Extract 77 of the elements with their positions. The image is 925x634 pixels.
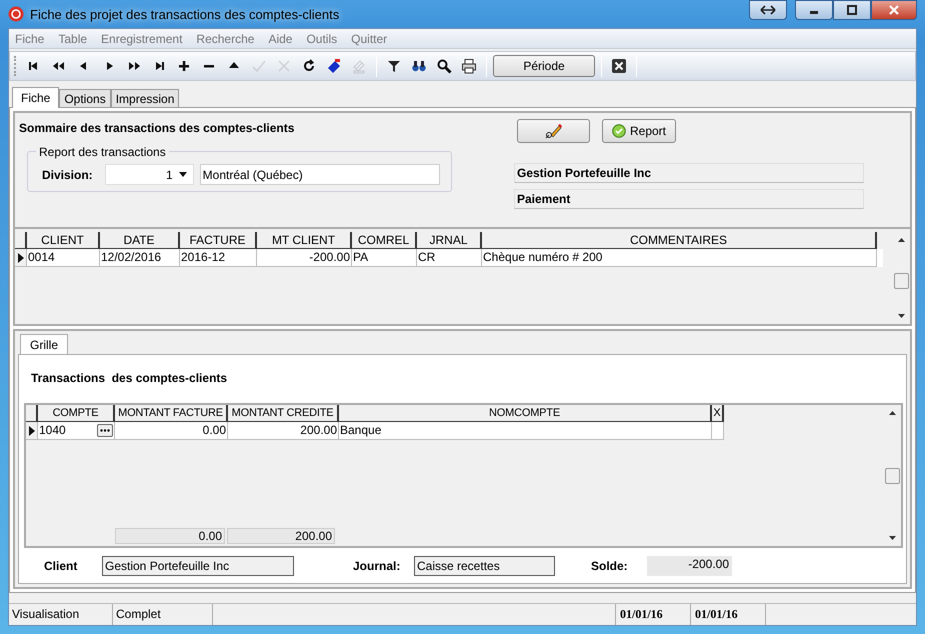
close-icon <box>888 5 900 15</box>
maximize-button[interactable] <box>833 0 871 20</box>
scroll-thumb[interactable] <box>894 273 909 289</box>
client-field: Gestion Portefeuille Inc <box>102 556 294 576</box>
table-cell: PA <box>352 249 417 267</box>
scroll-thumb[interactable] <box>885 468 900 484</box>
more-button[interactable] <box>97 424 113 437</box>
division-name-field[interactable]: Montréal (Québec) <box>200 164 440 185</box>
table-cell: Chèque numéro # 200 <box>482 249 877 267</box>
field-label: Division: <box>42 168 93 182</box>
scroll-down-icon[interactable] <box>898 314 905 318</box>
tab[interactable]: Options <box>59 89 111 107</box>
field-label: Solde: <box>591 558 629 572</box>
column-header[interactable]: COMREL <box>352 232 417 249</box>
app-icon <box>8 6 24 22</box>
menu-item[interactable]: Table <box>58 32 88 46</box>
column-header[interactable]: MT CLIENT <box>257 232 352 249</box>
table-cell: 12/02/2016 <box>100 249 180 267</box>
table-cell: 1040 <box>39 422 66 439</box>
menu-item[interactable]: Aide <box>268 32 292 46</box>
column-header[interactable]: COMPTE <box>38 405 115 422</box>
minimize-button[interactable] <box>795 0 833 20</box>
tab[interactable]: Grille <box>20 334 68 354</box>
menu-item[interactable]: Enregistrement <box>101 32 182 46</box>
table-cell: 2016-12 <box>180 249 257 267</box>
status-date: 01/01/16 <box>616 604 691 625</box>
column-header[interactable]: CLIENT <box>27 232 100 249</box>
column-header[interactable]: MONTANT FACTURE <box>115 405 228 422</box>
status-text: Visualisation <box>9 604 113 625</box>
section-title: Sommaire des transactions des comptes-clients <box>19 121 296 135</box>
close-button[interactable] <box>871 0 917 20</box>
table-cell: 0014 <box>27 249 100 267</box>
column-header[interactable]: FACTURE <box>180 232 257 249</box>
table-cell: CR <box>417 249 482 267</box>
check-icon <box>612 124 626 138</box>
ellipsis-icon <box>100 429 110 432</box>
maximize-icon <box>847 5 857 15</box>
column-header[interactable]: NOMCOMPTE <box>339 405 712 422</box>
journal-field: Caisse recettes <box>414 556 555 576</box>
table-cell: Banque <box>339 422 712 440</box>
company-field: Gestion Portefeuille Inc <box>514 163 864 183</box>
column-header[interactable]: COMMENTAIRES <box>482 232 877 249</box>
group-title: Report des transactions <box>36 145 169 159</box>
column-header[interactable]: X <box>712 405 724 422</box>
type-field: Paiement <box>514 189 864 209</box>
balance-field: -200.00 <box>647 556 732 576</box>
column-header[interactable]: JRNAL <box>417 232 482 249</box>
field-label: Journal: <box>353 558 402 572</box>
section-title: Transactions des comptes-clients <box>30 370 228 387</box>
scroll-up-icon[interactable] <box>889 411 896 415</box>
scroll-down-icon[interactable] <box>889 536 896 540</box>
double-arrow-icon <box>760 5 776 15</box>
total-field: 0.00 <box>115 528 225 544</box>
total-field: 200.00 <box>227 528 335 544</box>
column-header[interactable]: DATE <box>100 232 180 249</box>
resize-button[interactable] <box>749 0 787 20</box>
dropdown-caret-icon <box>178 172 187 177</box>
menu-item[interactable]: Outils <box>306 32 338 46</box>
status-date: 01/01/16 <box>691 604 766 625</box>
menu-item[interactable]: Quitter <box>351 32 388 46</box>
edit-button[interactable] <box>517 119 590 143</box>
field-label: Client <box>44 558 78 572</box>
table-cell: -200.00 <box>257 249 352 267</box>
column-header[interactable]: MONTANT CREDITE <box>228 405 339 422</box>
report-button[interactable]: Report <box>602 119 676 143</box>
period-button[interactable]: Période <box>493 55 595 77</box>
tab[interactable]: Impression <box>110 89 180 107</box>
window-title: Fiche des projet des transactions des comptes-clients <box>30 6 340 22</box>
pencil-icon <box>544 123 562 139</box>
tab[interactable]: Fiche <box>12 87 60 108</box>
table-cell: 200.00 <box>228 422 339 440</box>
division-dropdown[interactable]: 1 <box>104 164 194 185</box>
scroll-up-icon[interactable] <box>898 238 905 242</box>
status-text: Complet <box>113 604 213 625</box>
menu-item[interactable]: Fiche <box>15 32 44 46</box>
table-cell: 0.00 <box>115 422 228 440</box>
menu-item[interactable]: Recherche <box>196 32 254 46</box>
